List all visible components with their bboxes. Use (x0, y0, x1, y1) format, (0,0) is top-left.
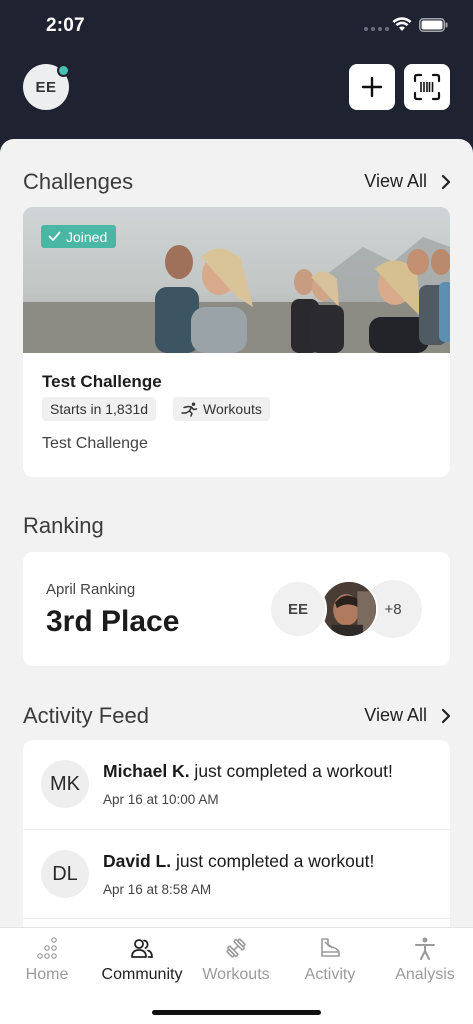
type-chip: Workouts (173, 397, 270, 421)
view-all-label: View All (364, 171, 427, 191)
add-button[interactable] (349, 64, 395, 110)
activity-feed-card: MK Michael K. just completed a workout! … (23, 740, 450, 934)
feed-message: David L. just completed a workout! (103, 851, 374, 872)
feed-action: just completed a workout! (189, 761, 393, 781)
ranking-place: 3rd Place (46, 605, 180, 638)
content-sheet: Challenges View All Joined Test Challeng… (0, 139, 473, 934)
tab-home[interactable]: Home (0, 928, 94, 998)
tab-activity[interactable]: Activity (283, 928, 377, 998)
view-all-label: View All (364, 705, 427, 725)
type-label: Workouts (203, 401, 262, 417)
people-icon (131, 939, 153, 958)
tab-label: Activity (304, 966, 356, 983)
dots-grid-icon (37, 937, 57, 959)
avatar-initials: MK (50, 772, 80, 795)
ranking-title: Ranking (23, 513, 104, 538)
activity-view-all-link[interactable]: View All (364, 705, 451, 726)
tab-label: Community (101, 966, 183, 983)
feed-timestamp: Apr 16 at 8:58 AM (103, 882, 212, 897)
person-photo (322, 582, 376, 636)
person-icon (415, 937, 435, 960)
running-person-icon (181, 402, 198, 417)
avatar-initials: DL (52, 862, 78, 885)
feed-user-name: David L. (103, 851, 172, 871)
tab-bar: Home Community Workouts Activity Analysi… (0, 927, 473, 1024)
barcode-scan-icon (413, 73, 441, 101)
ranking-period-label: April Ranking (46, 581, 136, 598)
cell-signal-icon (364, 27, 389, 31)
joined-badge: Joined (41, 225, 117, 248)
home-indicator (152, 1010, 321, 1015)
tab-workouts[interactable]: Workouts (189, 928, 283, 998)
challenges-header: Challenges View All (23, 169, 451, 199)
challenge-description: Test Challenge (42, 435, 148, 452)
feed-timestamp: Apr 16 at 10:00 AM (103, 792, 219, 807)
user-initials: EE (35, 78, 57, 96)
feed-action: just completed a workout! (171, 851, 375, 871)
wifi-icon (392, 17, 412, 31)
scan-button[interactable] (404, 64, 450, 110)
chevron-right-icon (441, 708, 451, 723)
challenge-name: Test Challenge (42, 372, 162, 391)
ranking-header: Ranking (23, 513, 451, 543)
avatar-initials: EE (287, 600, 308, 618)
tab-community[interactable]: Community (95, 928, 189, 998)
challenge-image: Joined (23, 207, 450, 353)
activity-feed-title: Activity Feed (23, 703, 149, 728)
tab-label: Home (25, 966, 69, 983)
feed-item[interactable]: DL David L. just completed a workout! Ap… (23, 829, 450, 918)
dumbbell-icon (226, 938, 246, 958)
challenge-card[interactable]: Joined Test Challenge Starts in 1,831d W… (23, 207, 450, 477)
feed-message: Michael K. just completed a workout! (103, 761, 393, 782)
ranking-photo-avatar (320, 580, 378, 638)
joined-label: Joined (66, 228, 108, 245)
status-bar: 2:07 (0, 0, 473, 52)
ranking-avatar-ee: EE (269, 580, 327, 638)
feed-avatar: DL (41, 850, 89, 898)
activity-shoe-icon (321, 938, 340, 957)
status-time: 2:07 (46, 15, 85, 36)
starts-label: Starts in 1,831d (50, 401, 149, 417)
plus-icon (361, 76, 383, 98)
tab-label: Workouts (202, 966, 270, 983)
challenges-title: Challenges (23, 169, 134, 194)
starts-chip: Starts in 1,831d (42, 397, 157, 421)
challenges-view-all-link[interactable]: View All (364, 171, 451, 192)
feed-item[interactable]: MK Michael K. just completed a workout! … (23, 740, 450, 829)
header: EE (0, 52, 473, 142)
tab-label: Analysis (395, 966, 455, 983)
feed-user-name: Michael K. (103, 761, 190, 781)
activity-feed-header: Activity Feed View All (23, 703, 451, 733)
more-count: +8 (384, 600, 402, 618)
tab-analysis[interactable]: Analysis (378, 928, 472, 998)
online-status-dot (57, 64, 70, 77)
chevron-right-icon (441, 174, 451, 189)
checkmark-icon (48, 231, 61, 241)
feed-avatar: MK (41, 760, 89, 808)
battery-icon (419, 18, 448, 32)
ranking-card[interactable]: April Ranking 3rd Place +8 EE (23, 552, 450, 666)
